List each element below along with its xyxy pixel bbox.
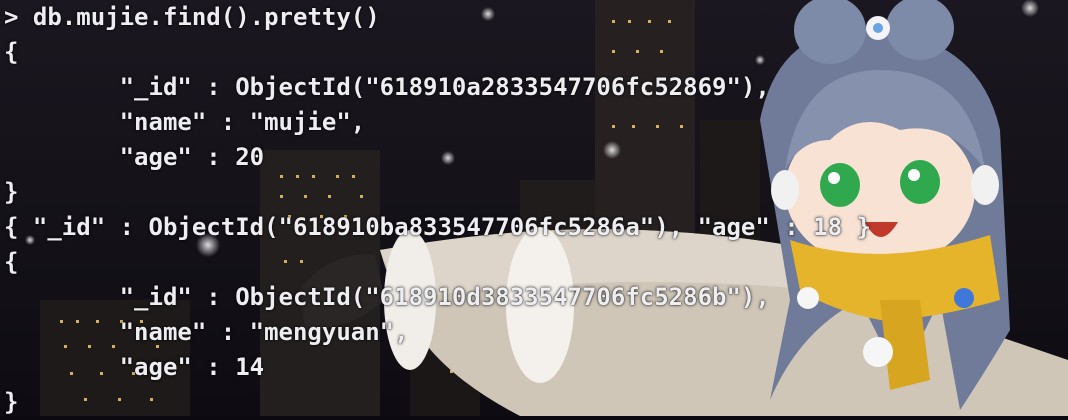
terminal-output[interactable]: > db.mujie.find().pretty() { "_id" : Obj… <box>0 0 1068 416</box>
output-line: "name" : "mengyuan", <box>4 318 409 346</box>
command-text: db.mujie.find().pretty() <box>32 3 380 31</box>
output-line: { <box>4 38 19 66</box>
output-line: "age" : 14 <box>4 353 265 381</box>
output-line: } <box>4 388 19 416</box>
command-line: > db.mujie.find().pretty() <box>4 0 380 35</box>
output-line: { "_id" : ObjectId("618910ba833547706fc5… <box>4 213 871 241</box>
output-line: "_id" : ObjectId("618910d3833547706fc528… <box>4 283 770 311</box>
output-line: } <box>4 178 19 206</box>
prompt-symbol: > <box>4 3 19 31</box>
output-line: "age" : 20 <box>4 143 265 171</box>
output-line: { <box>4 248 19 276</box>
output-line: "name" : "mujie", <box>4 108 366 136</box>
output-line: "_id" : ObjectId("618910a2833547706fc528… <box>4 73 770 101</box>
